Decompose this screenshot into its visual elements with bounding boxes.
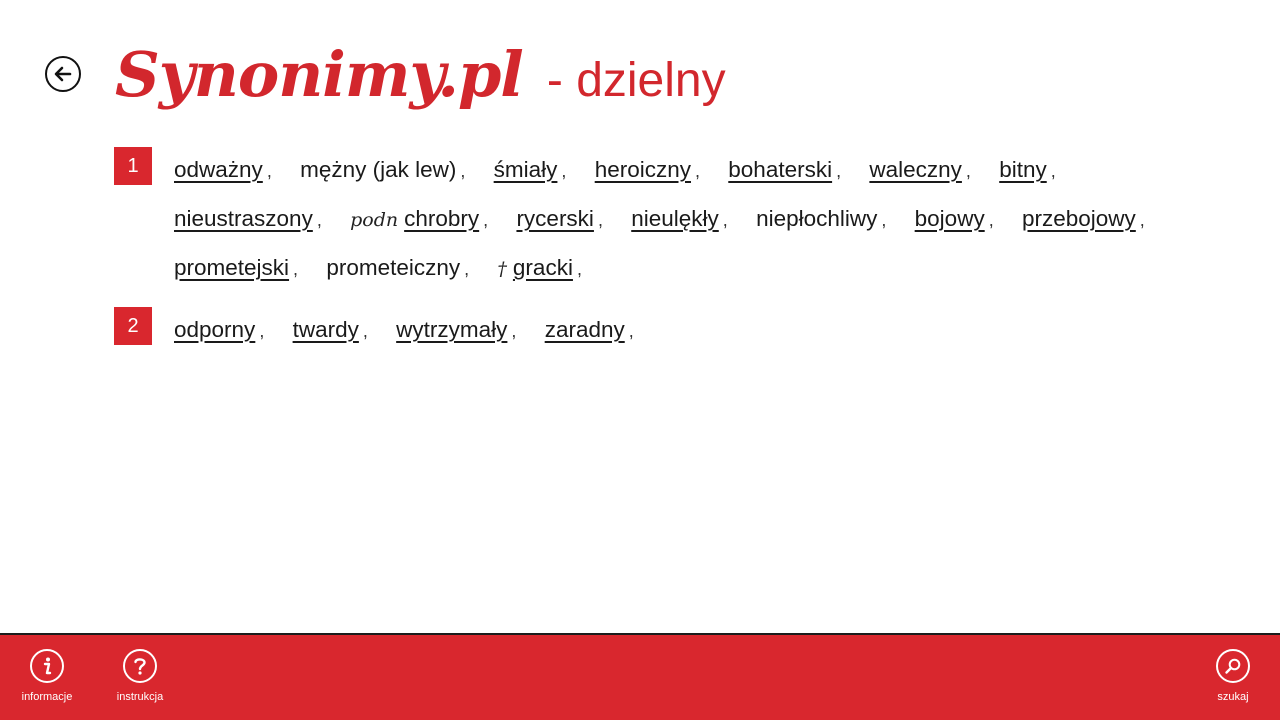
- synonym-item: mężny (jak lew),: [300, 146, 465, 195]
- synonym-link[interactable]: heroiczny: [595, 157, 691, 182]
- question-icon: [123, 649, 157, 683]
- synonym-item: rycerski,: [516, 195, 603, 244]
- separator: ,: [988, 210, 994, 230]
- synonym-link[interactable]: bojowy: [915, 206, 985, 231]
- separator: ,: [1050, 161, 1056, 181]
- separator: ,: [1139, 210, 1145, 230]
- search-label: szukaj: [1217, 691, 1249, 703]
- synonym-link[interactable]: odważny: [174, 157, 263, 182]
- synonym-item: nieulękły,: [631, 195, 728, 244]
- separator: ,: [561, 161, 567, 181]
- separator: ,: [965, 161, 971, 181]
- synonym-item: heroiczny,: [595, 146, 700, 195]
- usage-qualifier: †: [497, 258, 507, 280]
- synonym-link[interactable]: bitny: [999, 157, 1047, 182]
- synonym-item: odważny,: [174, 146, 272, 195]
- search-button[interactable]: szukaj: [1198, 649, 1268, 703]
- page-title: - dzielny: [546, 54, 726, 107]
- synonym-text: prometeiczny: [326, 255, 461, 280]
- back-button[interactable]: [45, 56, 81, 92]
- separator: ,: [628, 321, 634, 341]
- synonym-item: bohaterski,: [728, 146, 841, 195]
- app-bar: informacje instrukcja szukaj: [0, 633, 1280, 720]
- synonym-item: zaradny,: [545, 306, 634, 355]
- separator: ,: [464, 259, 470, 279]
- sense-number: 1: [114, 147, 152, 185]
- synonym-link[interactable]: odporny: [174, 317, 255, 342]
- separator: ,: [695, 161, 701, 181]
- separator: ,: [362, 321, 368, 341]
- synonym-link[interactable]: nieustraszony: [174, 206, 313, 231]
- synonym-list: odważny, mężny (jak lew), śmiały, heroic…: [174, 146, 1194, 293]
- synonym-item: podn chrobry,: [350, 195, 488, 244]
- separator: ,: [576, 259, 582, 279]
- synonym-text: niepłochliwy: [756, 206, 878, 231]
- info-icon: [30, 649, 64, 683]
- synonym-item: przebojowy,: [1022, 195, 1145, 244]
- separator: ,: [266, 161, 272, 181]
- synonym-link[interactable]: wytrzymały: [396, 317, 507, 342]
- info-button[interactable]: informacje: [12, 649, 82, 703]
- synonym-item: † gracki,: [497, 244, 582, 293]
- synonym-link[interactable]: zaradny: [545, 317, 625, 342]
- synonym-link[interactable]: waleczny: [869, 157, 962, 182]
- synonym-item: bojowy,: [915, 195, 994, 244]
- separator: ,: [483, 210, 489, 230]
- synonym-link[interactable]: przebojowy: [1022, 206, 1136, 231]
- app-page: Synonimy.pl - dzielny 1 odważny, mężny (…: [0, 0, 1280, 720]
- synonym-link[interactable]: prometejski: [174, 255, 289, 280]
- sense-number: 2: [114, 307, 152, 345]
- synonym-item: wytrzymały,: [396, 306, 516, 355]
- info-label: informacje: [21, 691, 73, 703]
- separator: ,: [597, 210, 603, 230]
- separator: ,: [881, 210, 887, 230]
- synonym-link[interactable]: śmiały: [494, 157, 558, 182]
- help-button[interactable]: instrukcja: [105, 649, 175, 703]
- search-icon: [1216, 649, 1250, 683]
- synonym-item: waleczny,: [869, 146, 971, 195]
- synonym-link[interactable]: twardy: [293, 317, 359, 342]
- synonym-text: mężny (jak lew): [300, 157, 457, 182]
- separator: ,: [722, 210, 728, 230]
- synonym-item: twardy,: [293, 306, 368, 355]
- separator: ,: [316, 210, 322, 230]
- page-header: Synonimy.pl - dzielny: [115, 30, 726, 130]
- usage-qualifier: podn: [350, 209, 399, 231]
- synonym-item: prometejski,: [174, 244, 298, 293]
- separator: ,: [293, 259, 299, 279]
- synonym-item: śmiały,: [494, 146, 567, 195]
- separator: ,: [836, 161, 842, 181]
- synonym-item: nieustraszony,: [174, 195, 322, 244]
- site-logo: Synonimy.pl: [115, 38, 524, 111]
- synonym-item: bitny,: [999, 146, 1056, 195]
- separator: ,: [511, 321, 517, 341]
- synonym-link[interactable]: chrobry: [404, 206, 479, 231]
- help-label: instrukcja: [116, 691, 164, 703]
- separator: ,: [259, 321, 265, 341]
- synonym-item: prometeiczny,: [326, 244, 469, 293]
- synonym-list: odporny, twardy, wytrzymały, zaradny,: [174, 306, 1194, 355]
- synonym-link[interactable]: gracki: [513, 255, 573, 280]
- synonym-link[interactable]: rycerski: [516, 206, 594, 231]
- arrow-left-icon: [54, 66, 72, 82]
- synonym-link[interactable]: bohaterski: [728, 157, 832, 182]
- synonym-item: niepłochliwy,: [756, 195, 886, 244]
- synonym-item: odporny,: [174, 306, 264, 355]
- separator: ,: [460, 161, 466, 181]
- synonym-link[interactable]: nieulękły: [631, 206, 719, 231]
